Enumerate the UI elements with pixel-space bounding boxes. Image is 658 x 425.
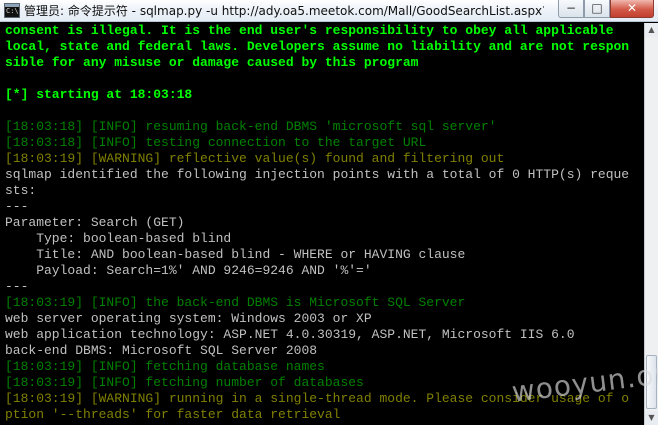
console-line: [18:03:19] [WARNING] running in a single… — [5, 391, 630, 406]
console-line: [18:03:19] [INFO] fetching number of dat… — [5, 375, 364, 390]
console-line: [18:03:19] [WARNING] reflective value(s)… — [5, 151, 505, 166]
scrollbar-thumb[interactable] — [646, 355, 657, 409]
console-line: Payload: Search=1%' AND 9246=9246 AND '%… — [5, 263, 372, 278]
console-line: web server operating system: Windows 200… — [5, 311, 372, 326]
console-line: Type: boolean-based blind — [5, 231, 232, 246]
command-prompt-window: 管理员: 命令提示符 - sqlmap.py -u http://ady.oa5… — [0, 0, 658, 425]
console-line: web application technology: ASP.NET 4.0.… — [5, 327, 575, 342]
maximize-button[interactable]: □ — [584, 0, 610, 18]
console-line: sqlmap identified the following injectio… — [5, 167, 630, 182]
title-bar[interactable]: 管理员: 命令提示符 - sqlmap.py -u http://ady.oa5… — [0, 0, 658, 22]
console-line: sible for any misuse or damage caused by… — [5, 55, 419, 70]
minimize-button[interactable]: − — [558, 0, 584, 18]
console-line: ption '--threads' for faster data retrie… — [5, 407, 341, 422]
console-line: back-end DBMS: Microsoft SQL Server 2008 — [5, 343, 318, 358]
console-line: sts: — [5, 183, 37, 198]
console-line: Parameter: Search (GET) — [5, 215, 185, 230]
console-line: --- — [5, 199, 29, 214]
console-line: [18:03:19] [INFO] fetching database name… — [5, 359, 325, 374]
console-line: --- — [5, 279, 29, 294]
console-line: consent is illegal. It is the end user's… — [5, 23, 614, 38]
console-line: [18:03:19] [INFO] the back-end DBMS is M… — [5, 295, 466, 310]
console-icon — [4, 3, 20, 18]
console-line: [18:03:18] [INFO] resuming back-end DBMS… — [5, 119, 497, 134]
window-title: 管理员: 命令提示符 - sqlmap.py -u http://ady.oa5… — [24, 4, 544, 18]
vertical-scrollbar[interactable]: ▲ ▼ — [644, 23, 658, 425]
console-line: local, state and federal laws. Developer… — [5, 39, 630, 54]
console-line: [*] starting at 18:03:18 — [5, 87, 193, 102]
scroll-up-arrow-icon[interactable]: ▲ — [645, 23, 658, 37]
console-line: Title: AND boolean-based blind - WHERE o… — [5, 247, 466, 262]
close-button[interactable]: ✕ — [610, 0, 654, 18]
scroll-down-arrow-icon[interactable]: ▼ — [645, 411, 658, 425]
console-output[interactable]: consent is illegal. It is the end user's… — [0, 23, 644, 425]
console-line: [18:03:18] [INFO] testing connection to … — [5, 135, 427, 150]
